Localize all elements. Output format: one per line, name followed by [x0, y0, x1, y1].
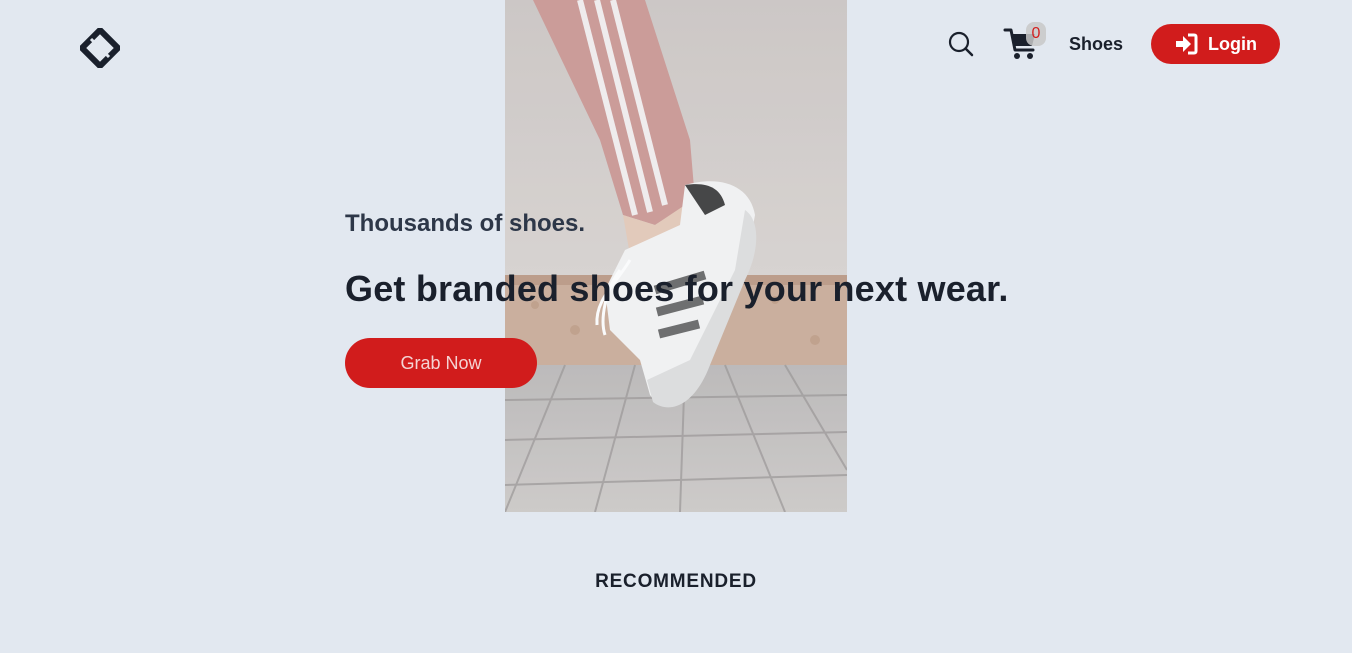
hero-image	[505, 0, 847, 512]
search-button[interactable]	[947, 30, 975, 58]
search-icon	[948, 31, 974, 57]
cart-count-badge: 0	[1026, 22, 1046, 46]
logo[interactable]	[77, 25, 123, 71]
grab-now-button[interactable]: Grab Now	[345, 338, 537, 388]
hero-subtitle: Thousands of shoes.	[345, 210, 586, 237]
recommended-heading: RECOMMENDED	[595, 571, 757, 592]
diamond-logo-icon	[77, 25, 123, 71]
login-label: Login	[1208, 33, 1257, 54]
nav-link-shoes[interactable]: Shoes	[1069, 34, 1123, 55]
sign-in-icon	[1176, 33, 1198, 55]
login-button[interactable]: Login	[1151, 24, 1280, 64]
hero-title: Get branded shoes for your next wear.	[345, 268, 1009, 309]
